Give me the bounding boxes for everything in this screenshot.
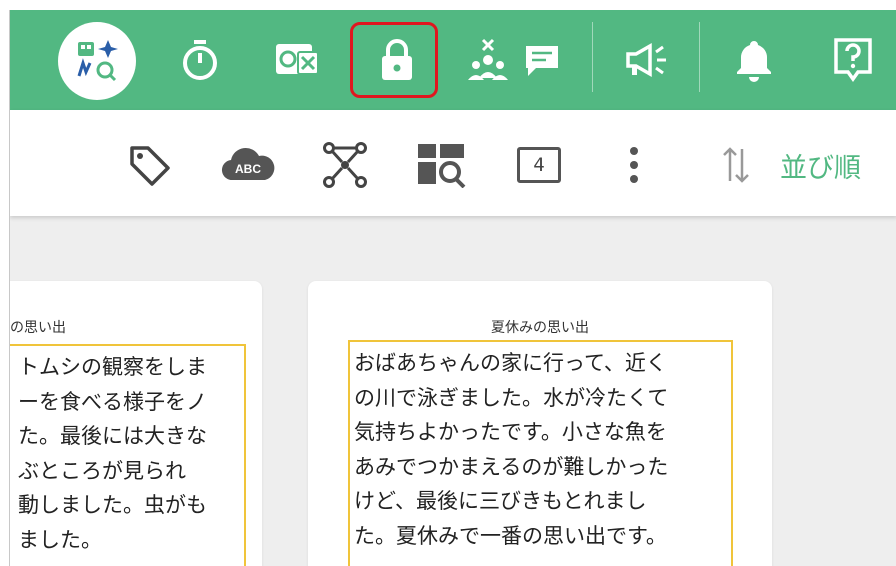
card-text-line: トムシの観察をしま bbox=[18, 355, 207, 379]
card-text-line: ました。 bbox=[18, 527, 102, 552]
top-bar bbox=[10, 10, 896, 110]
card-text-line: ぶところが見られ bbox=[18, 458, 186, 483]
card-title: の思い出 bbox=[10, 320, 66, 336]
topbar-divider bbox=[592, 22, 593, 92]
card[interactable]: 夏休みの思い出 おばあちゃんの家に行って、近く の川で泳ぎました。水が冷たくて … bbox=[308, 281, 772, 566]
card-text-line: た。最後には大きな bbox=[18, 424, 207, 449]
card[interactable]: の思い出 トムシの観察をしま ーを食べる様子をノ た。最後には大きな ぶところが… bbox=[10, 281, 262, 566]
card-text-line: ーを食べる様子をノ bbox=[18, 389, 207, 414]
stopwatch-icon[interactable] bbox=[172, 32, 228, 88]
lock-highlight-box bbox=[350, 22, 438, 98]
number-box-icon[interactable]: 4 bbox=[514, 140, 564, 190]
abc-label: ABC bbox=[235, 162, 261, 176]
card-title: 夏休みの思い出 bbox=[491, 320, 589, 336]
search-grid-icon[interactable] bbox=[416, 140, 466, 190]
sort-icon[interactable] bbox=[714, 140, 758, 190]
toolbar: ABC 4 並び順 bbox=[10, 110, 896, 216]
app-frame: ABC 4 並び順 の思い出 トムシの観察をしま ーを食べる様子をノ た。最後に… bbox=[9, 10, 896, 566]
group-remove-chat-icon[interactable] bbox=[466, 32, 566, 88]
number-box-label: 4 bbox=[517, 147, 561, 183]
card-text[interactable]: おばあちゃんの家に行って、近く の川で泳ぎました。水が冷たくて 気持ちよかったで… bbox=[348, 340, 733, 566]
card-text-line: た。夏休みで一番の思い出です。 bbox=[354, 523, 667, 548]
close-other-apps-icon[interactable] bbox=[268, 32, 324, 88]
more-vert-icon[interactable] bbox=[614, 140, 654, 190]
tag-icon[interactable] bbox=[124, 140, 174, 190]
card-text-line: 気持ちよかったです。小さな魚を bbox=[354, 420, 667, 445]
card-text-line: 動しました。虫がも bbox=[18, 493, 207, 518]
card-text-line: あみでつかまえるのが難しかった bbox=[354, 454, 669, 479]
announce-icon[interactable] bbox=[620, 32, 676, 88]
card-text-line: けど、最後に三びきもとれまし bbox=[354, 489, 647, 514]
wordcard-logo-icon[interactable] bbox=[58, 22, 136, 100]
help-icon[interactable] bbox=[825, 32, 881, 88]
bell-icon[interactable] bbox=[726, 32, 782, 88]
abc-cloud-icon[interactable]: ABC bbox=[218, 140, 278, 190]
connect-nodes-icon[interactable] bbox=[320, 140, 370, 190]
topbar-divider bbox=[699, 22, 700, 92]
card-text-line: の川で泳ぎました。水が冷たくて bbox=[354, 385, 669, 410]
card-text[interactable]: トムシの観察をしま ーを食べる様子をノ た。最後には大きな ぶところが見られ 動… bbox=[10, 344, 246, 566]
sort-button[interactable]: 並び順 bbox=[780, 146, 861, 185]
card-text-line: おばあちゃんの家に行って、近く bbox=[354, 351, 667, 375]
